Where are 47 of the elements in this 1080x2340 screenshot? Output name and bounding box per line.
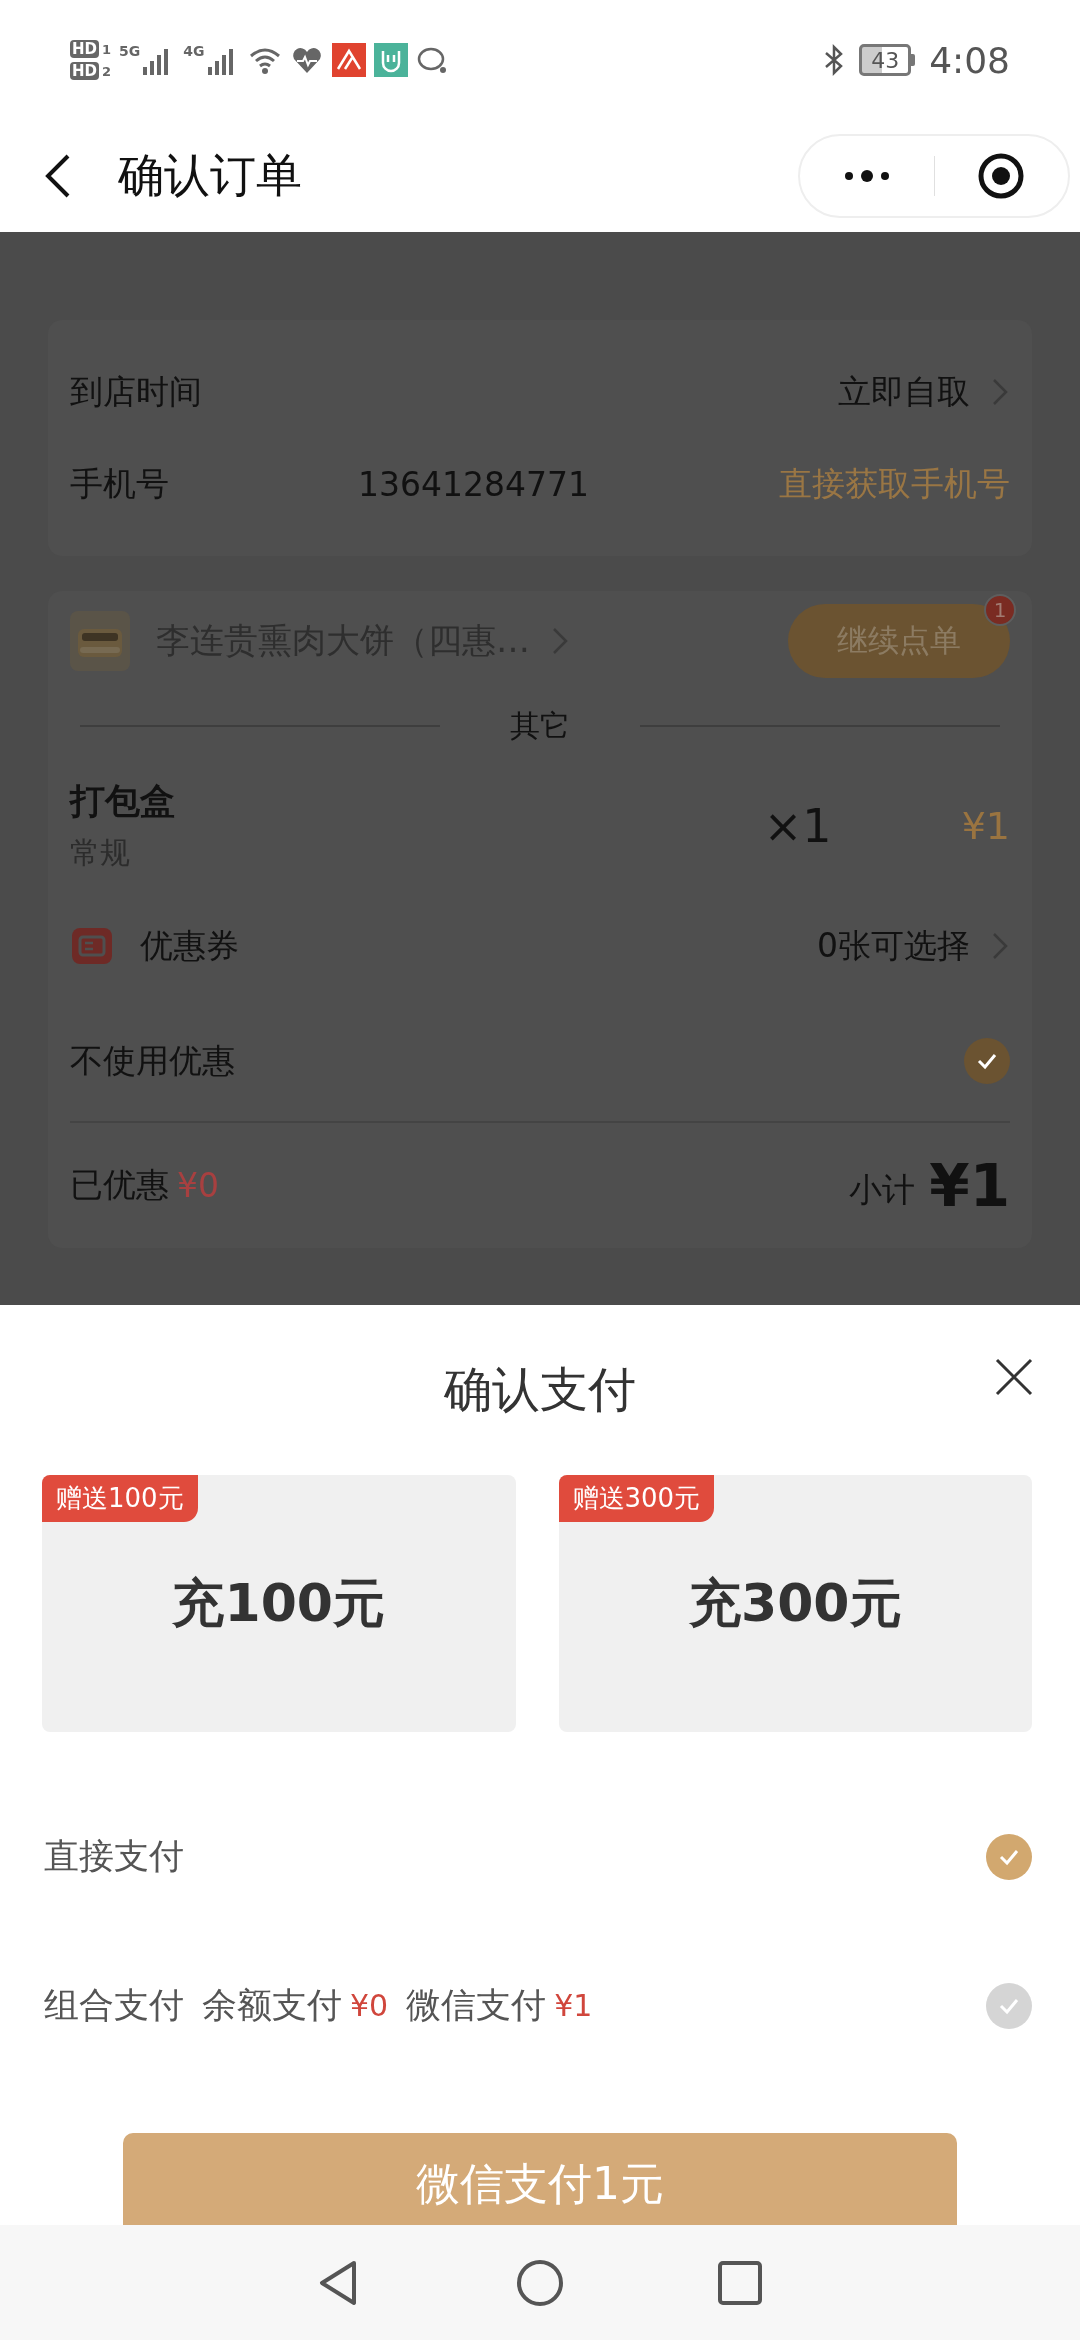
method-amount: ¥1 [554, 1988, 593, 2023]
method-label[interactable]: 直接支付 [44, 1833, 184, 1880]
recharge-option[interactable]: 赠送300元 充300元 [558, 1475, 1032, 1732]
recharge-option[interactable]: 赠送100元 充100元 [42, 1475, 516, 1732]
coupon-label: 优惠券 [140, 924, 240, 967]
subtotal-amount: ¥1 [929, 1151, 1010, 1220]
sim-slot: 1 [102, 41, 112, 57]
sheet-title: 确认支付 [444, 1360, 636, 1419]
field-label: 到店时间 [70, 370, 203, 413]
app-icon [331, 43, 366, 77]
recharge-amount: 充300元 [688, 1571, 902, 1635]
close-icon[interactable] [994, 1357, 1034, 1397]
subtotal-label: 小计 [849, 1169, 916, 1211]
bonus-tag: 赠送300元 [558, 1475, 715, 1522]
check-icon[interactable] [964, 1038, 1010, 1084]
method-amount: ¥0 [350, 1988, 389, 2023]
page-title: 确认订单 [118, 147, 303, 204]
pay-button[interactable]: 微信支付1元 [123, 2133, 957, 2225]
field-label: 手机号 [70, 462, 170, 505]
app-icon [373, 43, 408, 77]
field-value[interactable]: 立即自取 [838, 369, 970, 415]
recharge-amount: 充100元 [172, 1571, 385, 1635]
method-label[interactable]: 组合支付 [44, 1982, 184, 2029]
check-icon[interactable] [986, 1982, 1032, 2029]
option-label: 不使用优惠 [70, 1039, 236, 1082]
hd-badge: HD [70, 40, 99, 58]
method-part: 微信支付 [406, 1984, 547, 2027]
coupon-count[interactable]: 0张可选择 [817, 923, 970, 969]
section-title: 其它 [509, 706, 571, 745]
sim-slot: 2 [102, 63, 112, 79]
item-price: ¥1 [961, 804, 1010, 848]
bonus-tag: 赠送100元 [42, 1475, 198, 1522]
item-quantity: ×1 [763, 799, 832, 853]
target-icon[interactable] [977, 152, 1026, 200]
check-icon[interactable] [986, 1833, 1032, 1880]
clock-time: 4:08 [929, 39, 1010, 81]
battery-level: 43 [859, 44, 912, 76]
count-badge: 1 [984, 594, 1016, 626]
network-label: 4G [183, 43, 205, 59]
link[interactable]: 直接获取手机号 [779, 461, 1010, 507]
field-value: 13641284771 [358, 464, 590, 504]
network-label: 5G [119, 43, 141, 59]
method-part: 余额支付 [202, 1984, 342, 2027]
hd-badge: HD [70, 62, 99, 80]
item-name: 打包盒 [70, 780, 176, 823]
discount-label: 已优惠 [70, 1164, 169, 1206]
discount-amount: ¥0 [177, 1166, 219, 1205]
